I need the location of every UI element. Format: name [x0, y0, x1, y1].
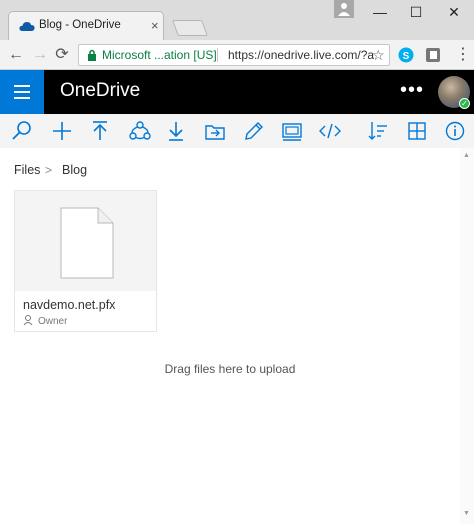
svg-text:S: S — [403, 51, 410, 62]
upload-icon[interactable] — [88, 120, 112, 142]
minimize-button[interactable]: — — [362, 0, 398, 24]
ev-certificate-name: Microsoft ...ation [US] — [102, 48, 217, 62]
browser-toolbar: ← → ⟳ Microsoft ...ation [US] https://on… — [0, 40, 474, 70]
drop-hint: Drag files here to upload — [164, 362, 296, 376]
share-icon[interactable] — [128, 120, 152, 142]
more-options-button[interactable]: ••• — [394, 70, 430, 114]
browser-profile-button[interactable] — [334, 0, 354, 18]
owner-person-icon — [23, 315, 33, 326]
search-icon[interactable] — [10, 120, 34, 142]
sort-icon[interactable] — [366, 120, 390, 142]
embed-media-icon[interactable] — [280, 120, 304, 142]
info-icon[interactable] — [443, 120, 467, 142]
brand-title[interactable]: OneDrive — [60, 80, 140, 102]
scroll-up-icon[interactable]: ▲ — [463, 152, 470, 159]
bookmark-star-icon[interactable]: ☆ — [372, 45, 385, 65]
download-icon[interactable] — [164, 120, 188, 142]
breadcrumb-current: Blog — [62, 163, 88, 177]
file-owner-label: Owner — [38, 316, 68, 327]
new-tab-button[interactable] — [172, 20, 208, 36]
status-badge: ✓ — [459, 98, 470, 109]
file-name[interactable]: navdemo.net.pfx — [23, 298, 115, 312]
browser-tab[interactable]: Blog - OneDrive × — [8, 11, 164, 40]
file-thumbnail — [15, 191, 156, 291]
browser-titlebar: Blog - OneDrive × — ☐ ✕ — [0, 0, 474, 40]
tab-title: Blog - OneDrive — [39, 19, 121, 31]
move-to-icon[interactable] — [203, 120, 227, 142]
scroll-down-icon[interactable]: ▼ — [463, 510, 470, 517]
url-text[interactable]: https://onedrive.live.com/?a — [228, 45, 374, 65]
address-bar[interactable]: Microsoft ...ation [US] https://onedrive… — [78, 44, 390, 66]
onedrive-cloud-icon — [19, 22, 35, 31]
tab-close-icon[interactable]: × — [151, 18, 159, 33]
generic-file-icon — [60, 207, 114, 279]
lock-icon — [88, 49, 96, 61]
address-separator — [217, 48, 218, 62]
rename-icon[interactable] — [242, 120, 266, 142]
code-icon[interactable] — [318, 120, 342, 142]
reload-button[interactable]: ⟳ — [52, 45, 72, 65]
onedrive-header: OneDrive ••• ✓ — [0, 70, 474, 114]
tiles-view-icon[interactable] — [405, 120, 429, 142]
forward-button[interactable]: → — [30, 45, 50, 65]
breadcrumb-root[interactable]: Files — [14, 163, 40, 177]
add-icon[interactable] — [50, 120, 74, 142]
close-window-button[interactable]: ✕ — [436, 0, 472, 24]
breadcrumb-separator-icon: > — [45, 163, 53, 177]
scrollbar[interactable]: ▲ ▼ — [460, 148, 474, 524]
skype-extension-icon[interactable]: S — [398, 47, 414, 63]
person-icon — [338, 3, 350, 16]
extension-icon[interactable] — [425, 47, 441, 63]
maximize-button[interactable]: ☐ — [398, 0, 434, 24]
app-launcher-button[interactable] — [0, 70, 44, 114]
back-button[interactable]: ← — [6, 45, 26, 65]
command-bar — [0, 114, 474, 148]
file-tile[interactable]: navdemo.net.pfx Owner — [14, 190, 157, 332]
browser-menu-icon[interactable]: ⋮ — [455, 46, 471, 64]
